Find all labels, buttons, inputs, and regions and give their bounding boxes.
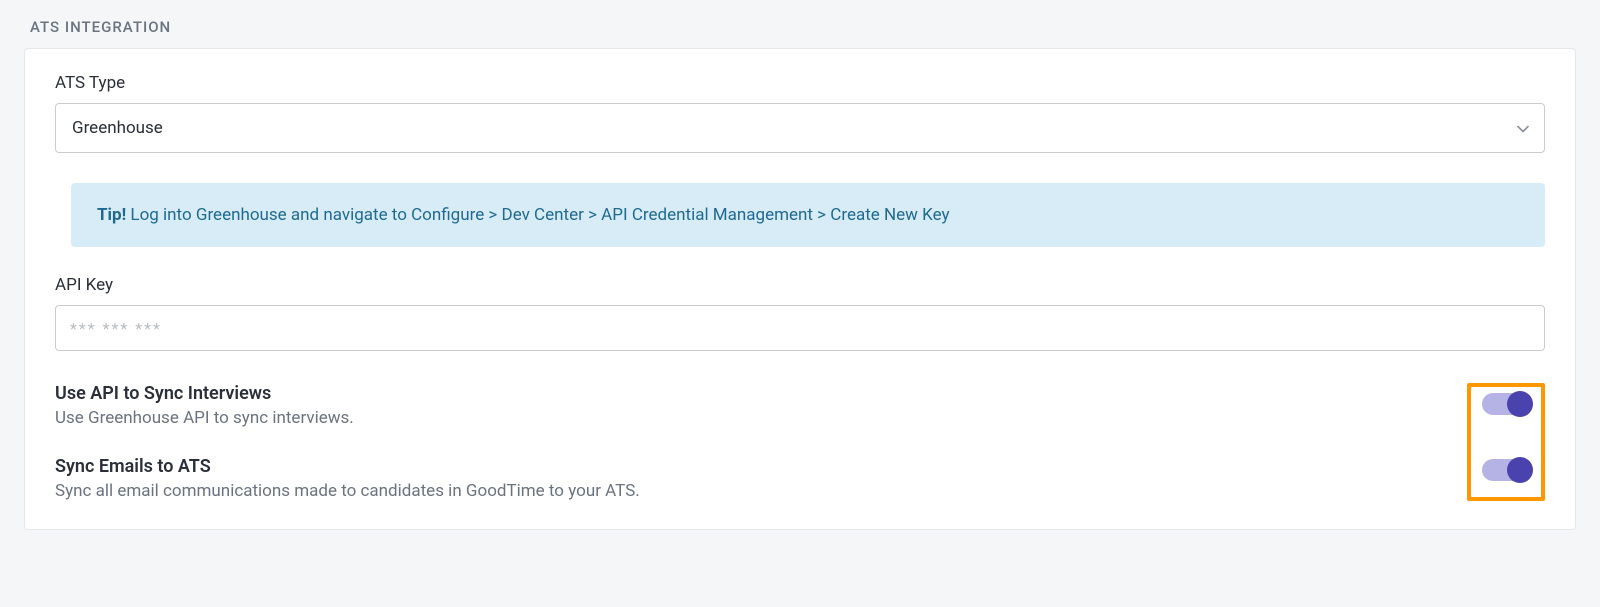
toggle-sync-interviews[interactable] xyxy=(1482,393,1530,415)
api-key-label: API Key xyxy=(55,275,1545,295)
tip-box: Tip! Log into Greenhouse and navigate to… xyxy=(71,183,1545,247)
toggles-highlight-box xyxy=(1467,383,1545,501)
ats-type-label: ATS Type xyxy=(55,73,1545,93)
tip-label: Tip! xyxy=(97,205,126,225)
ats-integration-card: ATS Type Tip! Log into Greenhouse and na… xyxy=(24,48,1576,530)
toggle-knob-icon xyxy=(1507,391,1533,417)
section-title: ATS INTEGRATION xyxy=(30,18,1576,36)
ats-type-select[interactable] xyxy=(55,103,1545,153)
toggle-sync-emails[interactable] xyxy=(1482,459,1530,481)
toggle-desc-sync-emails: Sync all email communications made to ca… xyxy=(55,481,1443,501)
ats-type-select-wrap xyxy=(55,103,1545,153)
toggle-row-sync-interviews: Use API to Sync Interviews Use Greenhous… xyxy=(55,383,1443,428)
tip-text: Log into Greenhouse and navigate to Conf… xyxy=(130,205,949,225)
toggle-knob-icon xyxy=(1507,457,1533,483)
api-key-input[interactable] xyxy=(55,305,1545,351)
toggle-title-sync-interviews: Use API to Sync Interviews xyxy=(55,383,1443,404)
toggle-desc-sync-interviews: Use Greenhouse API to sync interviews. xyxy=(55,408,1443,428)
toggle-title-sync-emails: Sync Emails to ATS xyxy=(55,456,1443,477)
toggle-row-sync-emails: Sync Emails to ATS Sync all email commun… xyxy=(55,456,1443,501)
